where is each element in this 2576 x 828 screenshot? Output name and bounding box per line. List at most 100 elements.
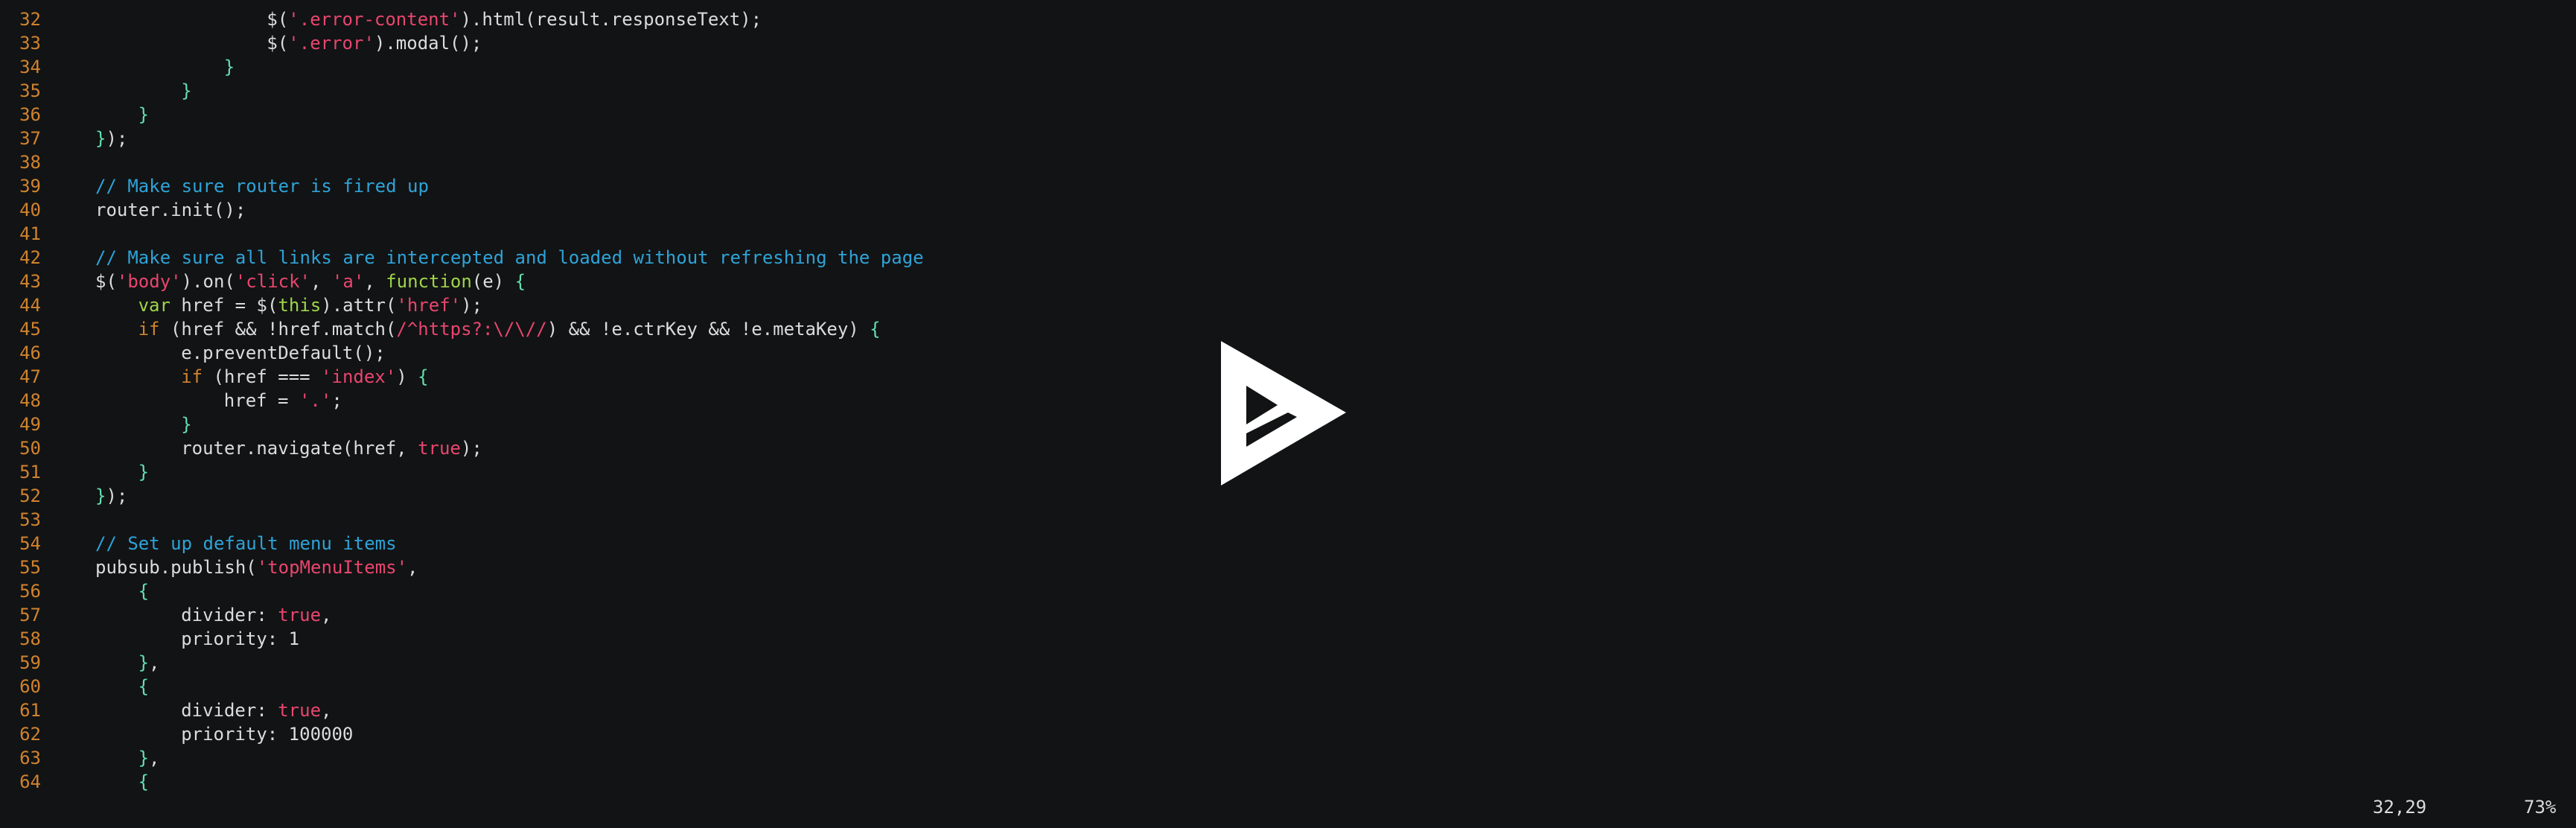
code-line[interactable]: 37}); bbox=[0, 127, 2576, 150]
code-token: } bbox=[95, 128, 106, 149]
code-token: } bbox=[138, 652, 150, 673]
code-token: , bbox=[310, 271, 332, 292]
code-token: ); bbox=[106, 128, 128, 149]
line-number: 38 bbox=[19, 152, 41, 173]
code-token: } bbox=[138, 104, 150, 125]
code-token: { bbox=[138, 676, 150, 697]
code-text: // Make sure all links are intercepted a… bbox=[95, 246, 924, 270]
line-number: 48 bbox=[19, 390, 41, 411]
line-number: 61 bbox=[19, 700, 41, 721]
code-text: divider: true, bbox=[181, 698, 331, 722]
code-text: priority: 100000 bbox=[181, 722, 353, 746]
code-token: this bbox=[278, 295, 322, 316]
code-token: ); bbox=[461, 295, 483, 316]
code-token: /^https?:\/\// bbox=[396, 319, 547, 340]
code-token: 'a' bbox=[331, 271, 365, 292]
code-line[interactable]: 34} bbox=[0, 55, 2576, 79]
code-token: true bbox=[418, 438, 461, 459]
code-line[interactable]: 64 { bbox=[0, 770, 2576, 794]
scroll-percent: 73% bbox=[2524, 797, 2557, 818]
code-text: }, bbox=[138, 746, 160, 770]
line-number: 33 bbox=[19, 33, 41, 54]
code-text: } bbox=[181, 413, 191, 436]
line-number: 43 bbox=[19, 271, 41, 292]
line-number: 58 bbox=[19, 628, 41, 649]
code-line[interactable]: 45 if (href && !href.match(/^https?:\/\//… bbox=[0, 317, 2576, 341]
code-line[interactable]: 43 $('body').on('click', 'a', function(e)… bbox=[0, 270, 2576, 293]
code-token: true bbox=[278, 605, 322, 625]
code-token: '.error-content' bbox=[288, 9, 461, 30]
code-line[interactable]: 63}, bbox=[0, 746, 2576, 770]
line-number: 42 bbox=[19, 247, 41, 268]
code-token: ); bbox=[106, 485, 128, 506]
code-token: pubsub.publish( bbox=[95, 557, 257, 578]
code-token: { bbox=[418, 366, 429, 387]
code-text: $('.error-content').html(result.response… bbox=[267, 7, 762, 31]
line-number: 55 bbox=[19, 557, 41, 578]
code-text: }); bbox=[95, 127, 127, 150]
code-line[interactable]: 52}); bbox=[0, 484, 2576, 508]
code-text: priority: 1 bbox=[181, 627, 299, 651]
code-line[interactable]: 60 { bbox=[0, 675, 2576, 698]
code-line[interactable]: 55 pubsub.publish('topMenuItems', bbox=[0, 555, 2576, 579]
line-number: 35 bbox=[19, 80, 41, 101]
code-token: } bbox=[138, 462, 150, 483]
code-token: router.init(); bbox=[95, 200, 246, 220]
code-token: router.navigate(href, bbox=[181, 438, 418, 459]
code-token: , bbox=[149, 748, 160, 768]
code-line[interactable]: 42 // Make sure all links are intercepted… bbox=[0, 246, 2576, 270]
code-token: e.preventDefault(); bbox=[181, 343, 386, 363]
line-number: 47 bbox=[19, 366, 41, 387]
code-token: , bbox=[321, 605, 332, 625]
code-line[interactable]: 57 divider: true, bbox=[0, 603, 2576, 627]
code-token: 'index' bbox=[321, 366, 397, 387]
code-line[interactable]: 39 // Make sure router is fired up bbox=[0, 174, 2576, 198]
code-line[interactable]: 38 bbox=[0, 150, 2576, 174]
code-token: , bbox=[321, 700, 332, 721]
code-token: if bbox=[181, 366, 203, 387]
code-token: function bbox=[386, 271, 472, 292]
code-line[interactable]: 53 bbox=[0, 508, 2576, 532]
line-number: 32 bbox=[19, 9, 41, 30]
code-text: }, bbox=[138, 651, 160, 675]
code-line[interactable]: 61 divider: true, bbox=[0, 698, 2576, 722]
code-token: , bbox=[364, 271, 386, 292]
code-token: , bbox=[149, 652, 160, 673]
code-token: } bbox=[138, 748, 150, 768]
code-text: { bbox=[138, 675, 149, 698]
code-text: $('.error').modal(); bbox=[267, 31, 482, 55]
code-token: } bbox=[181, 414, 192, 435]
code-line[interactable]: 56 { bbox=[0, 579, 2576, 603]
code-line[interactable]: 44 var href = $(this).attr('href'); bbox=[0, 293, 2576, 317]
code-line[interactable]: 54 // Set up default menu items bbox=[0, 532, 2576, 555]
line-number: 37 bbox=[19, 128, 41, 149]
code-token: ) && !e.ctrKey && !e.metaKey) bbox=[546, 319, 870, 340]
code-token: // Make sure all links are intercepted a… bbox=[95, 247, 924, 268]
code-token: divider: bbox=[181, 605, 278, 625]
code-line[interactable]: 33 $('.error').modal(); bbox=[0, 31, 2576, 55]
line-number: 63 bbox=[19, 748, 41, 768]
code-token: { bbox=[870, 319, 881, 340]
code-line[interactable]: 40 router.init(); bbox=[0, 198, 2576, 222]
line-number: 39 bbox=[19, 176, 41, 197]
code-token: priority: 1 bbox=[181, 628, 300, 649]
code-token: (href && !href.match( bbox=[159, 319, 397, 340]
code-token: true bbox=[278, 700, 322, 721]
play-logo-icon bbox=[1221, 341, 1346, 485]
code-line[interactable]: 58 priority: 1 bbox=[0, 627, 2576, 651]
code-token: { bbox=[138, 771, 150, 792]
line-number: 41 bbox=[19, 223, 41, 244]
code-line[interactable]: 41 bbox=[0, 222, 2576, 246]
code-line[interactable]: 59}, bbox=[0, 651, 2576, 675]
code-text: } bbox=[138, 460, 149, 484]
code-line[interactable]: 32 $('.error-content').html(result.respon… bbox=[0, 7, 2576, 31]
code-line[interactable]: 36} bbox=[0, 103, 2576, 127]
code-line[interactable]: 62 priority: 100000 bbox=[0, 722, 2576, 746]
code-text: } bbox=[181, 79, 191, 103]
code-token: '.error' bbox=[288, 33, 374, 54]
code-line[interactable]: 35} bbox=[0, 79, 2576, 103]
code-token: , bbox=[407, 557, 418, 578]
code-text: if (href && !href.match(/^https?:\/\//) … bbox=[138, 317, 881, 341]
line-number: 36 bbox=[19, 104, 41, 125]
code-text: divider: true, bbox=[181, 603, 331, 627]
